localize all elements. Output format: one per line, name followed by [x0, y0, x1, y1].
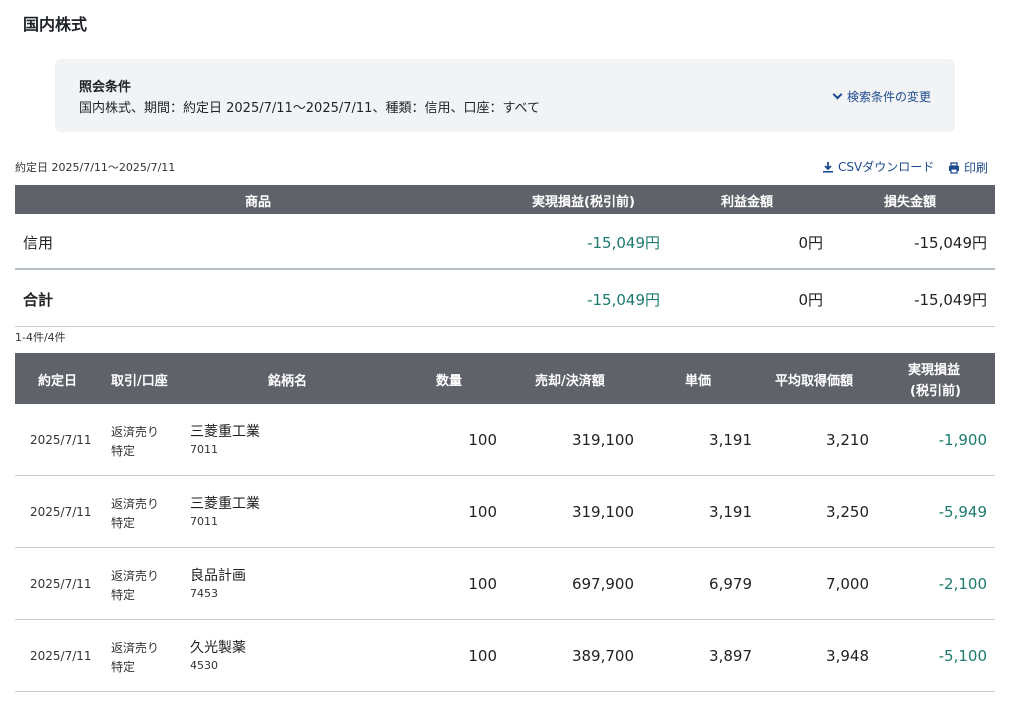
sale-amount: 319,100 — [571, 431, 634, 449]
stock-name: 三菱重工業 — [190, 496, 260, 512]
summary-profit: 0円 — [798, 234, 823, 252]
trade-date: 2025/7/11 — [30, 433, 92, 447]
trade-date: 2025/7/11 — [30, 649, 92, 663]
header-unit-price: 単価 — [685, 374, 712, 389]
unit-price: 6,979 — [709, 575, 752, 593]
table-row: 2025/7/11 返済売り 特定 良品計画 7453 100 697,900 … — [15, 548, 995, 620]
print-label: 印刷 — [964, 161, 989, 175]
header-trade-account: 取引/口座 — [111, 374, 168, 389]
stock-name: 三菱重工業 — [190, 424, 260, 440]
realized-pl: -2,100 — [938, 575, 987, 593]
quantity: 100 — [468, 647, 497, 665]
sale-amount: 389,700 — [571, 647, 634, 665]
avg-cost: 3,250 — [826, 503, 869, 521]
summary-loss: -15,049円 — [914, 234, 987, 252]
trade-type: 返済売り — [111, 641, 160, 655]
trade-date: 2025/7/11 — [30, 577, 92, 591]
detail-table-header: 約定日 取引/口座 銘柄名 数量 売却/決済額 単価 平均取得価額 実現損益 (… — [15, 353, 995, 404]
summary-total-label: 合計 — [23, 291, 54, 309]
account-type: 特定 — [111, 444, 136, 458]
stock-code: 4530 — [190, 659, 218, 672]
sale-amount: 319,100 — [571, 503, 634, 521]
header-date: 約定日 — [38, 374, 78, 389]
quantity: 100 — [468, 503, 497, 521]
avg-cost: 7,000 — [826, 575, 869, 593]
realized-pl: -5,100 — [938, 647, 987, 665]
header-realized-pl-sub: (税引前) — [910, 384, 961, 399]
summary-row-total: 合計 -15,049円 0円 -15,049円 — [15, 271, 995, 327]
summary-realized: -15,049円 — [587, 234, 660, 252]
total-realized: -15,049円 — [587, 291, 660, 309]
result-count: 1-4件/4件 — [15, 331, 66, 344]
quantity: 100 — [468, 575, 497, 593]
header-loss: 損失金額 — [884, 195, 937, 210]
trade-type: 返済売り — [111, 497, 160, 511]
total-profit: 0円 — [798, 291, 823, 309]
header-avg-cost: 平均取得価額 — [775, 374, 854, 389]
csv-download-link[interactable]: CSVダウンロード — [822, 158, 934, 175]
table-row: 2025/7/11 返済売り 特定 三菱重工業 7011 100 319,100… — [15, 404, 995, 476]
page-title: 国内株式 — [23, 15, 88, 34]
account-type: 特定 — [111, 660, 136, 674]
download-icon — [823, 161, 833, 173]
header-amount: 売却/決済額 — [535, 374, 605, 389]
realized-pl: -1,900 — [938, 431, 987, 449]
header-product: 商品 — [245, 195, 272, 210]
account-type: 特定 — [111, 516, 136, 530]
header-stock-name: 銘柄名 — [268, 374, 308, 389]
conditions-value: 国内株式、期間：約定日 2025/7/11〜2025/7/11、種類：信用、口座… — [79, 101, 541, 116]
trade-date: 2025/7/11 — [30, 505, 92, 519]
search-conditions-panel: 照会条件 国内株式、期間：約定日 2025/7/11〜2025/7/11、種類：… — [55, 59, 955, 132]
account-type: 特定 — [111, 588, 136, 602]
print-link[interactable]: 印刷 — [948, 159, 988, 176]
change-conditions-label: 検索条件の変更 — [846, 90, 931, 104]
quantity: 100 — [468, 431, 497, 449]
table-row: 2025/7/11 返済売り 特定 久光製薬 4530 100 389,700 … — [15, 620, 995, 692]
stock-code: 7453 — [190, 587, 218, 600]
sale-amount: 697,900 — [571, 575, 634, 593]
stock-name: 久光製薬 — [190, 640, 246, 656]
total-loss: -15,049円 — [914, 291, 987, 309]
csv-download-label: CSVダウンロード — [838, 160, 935, 174]
date-range-label: 約定日 2025/7/11〜2025/7/11 — [15, 161, 176, 174]
chevron-down-icon — [832, 89, 843, 100]
realized-pl: -5,949 — [938, 503, 987, 521]
summary-table-header: 商品 実現損益(税引前) 利益金額 損失金額 — [15, 185, 995, 214]
stock-code: 7011 — [190, 515, 218, 528]
header-realized: 実現損益(税引前) — [532, 195, 635, 210]
unit-price: 3,191 — [709, 431, 752, 449]
unit-price: 3,191 — [709, 503, 752, 521]
avg-cost: 3,948 — [826, 647, 869, 665]
summary-row-margin: 信用 -15,049円 0円 -15,049円 — [15, 214, 995, 270]
summary-label: 信用 — [23, 234, 54, 252]
conditions-label: 照会条件 — [79, 80, 132, 95]
trade-type: 返済売り — [111, 569, 160, 583]
unit-price: 3,897 — [709, 647, 752, 665]
printer-icon — [949, 161, 959, 174]
trade-type: 返済売り — [111, 425, 160, 439]
stock-code: 7011 — [190, 443, 218, 456]
table-row: 2025/7/11 返済売り 特定 三菱重工業 7011 100 319,100… — [15, 476, 995, 548]
avg-cost: 3,210 — [826, 431, 869, 449]
change-conditions-link[interactable]: 検索条件の変更 — [832, 88, 931, 105]
stock-name: 良品計画 — [190, 568, 246, 584]
header-profit: 利益金額 — [721, 195, 774, 210]
header-realized-pl: 実現損益 — [908, 363, 961, 378]
header-quantity: 数量 — [436, 374, 463, 389]
